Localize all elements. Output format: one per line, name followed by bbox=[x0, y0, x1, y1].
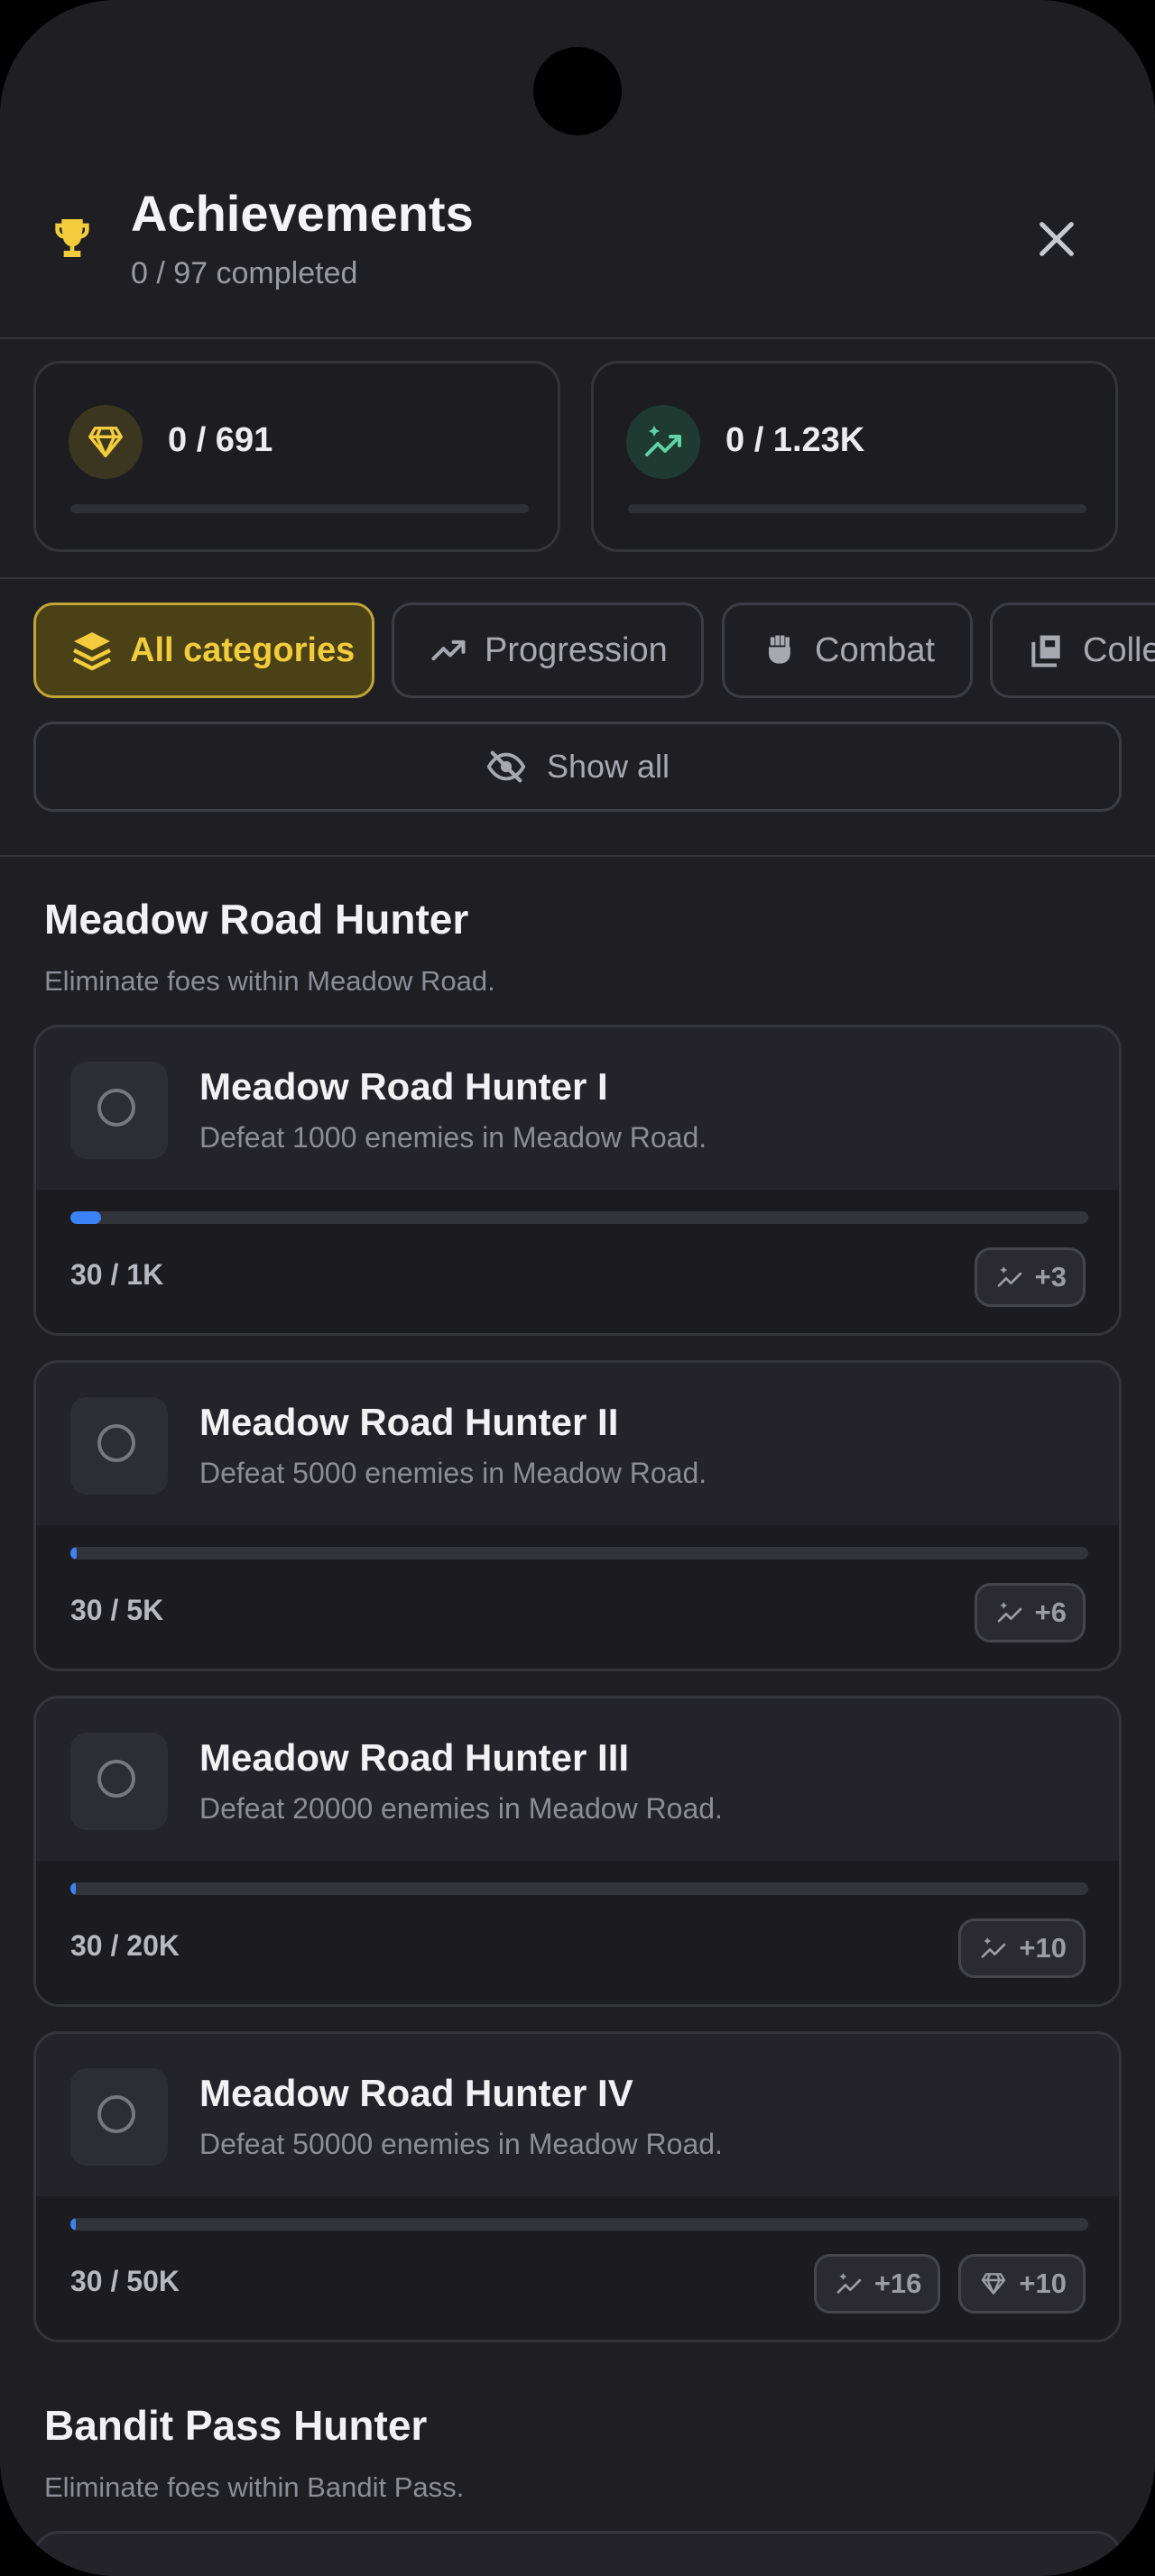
achievement-description: Defeat 1000 enemies in Meadow Road. bbox=[199, 1121, 707, 1154]
chip-label: All categories bbox=[130, 630, 356, 669]
points-reward-badge: +16 bbox=[813, 2254, 941, 2314]
achievement-description: Defeat 20000 enemies in Meadow Road. bbox=[199, 1792, 723, 1825]
achievement-title: Meadow Road Hunter IV bbox=[199, 2072, 633, 2114]
achievement-title: Meadow Road Hunter III bbox=[199, 1736, 630, 1779]
section-title: Meadow Road Hunter bbox=[44, 896, 469, 943]
chip-all-categories[interactable]: All categories bbox=[33, 603, 374, 698]
sparkle-trend-icon bbox=[836, 2273, 862, 2294]
rewards: +3 bbox=[974, 1247, 1086, 1307]
achievement-title: Meadow Road Hunter I bbox=[199, 1065, 608, 1108]
progress-text: 30 / 1K bbox=[70, 1258, 164, 1291]
progress-text: 30 / 20K bbox=[70, 1929, 180, 1962]
reward-label: +6 bbox=[1034, 1596, 1067, 1628]
reward-label: +10 bbox=[1019, 2268, 1067, 2299]
gems-stat-card: 0 / 691 bbox=[33, 361, 560, 552]
achievement-description: Defeat 50000 enemies in Meadow Road. bbox=[199, 2128, 723, 2160]
divider bbox=[0, 855, 1155, 857]
progress-text: 30 / 5K bbox=[70, 1594, 164, 1626]
chip-progression[interactable]: Progression bbox=[392, 603, 704, 698]
page-title: Achievements bbox=[131, 185, 474, 242]
reward-label: +16 bbox=[873, 2268, 922, 2299]
chip-collection[interactable]: Colle bbox=[990, 603, 1155, 698]
points-stat-card: 0 / 1.23K bbox=[591, 361, 1118, 552]
gems-stat-value: 0 / 691 bbox=[168, 421, 273, 459]
chip-combat[interactable]: Combat bbox=[722, 603, 973, 698]
achievement-description: Defeat 5000 enemies in Meadow Road. bbox=[199, 1457, 707, 1489]
progress-fill bbox=[70, 2218, 76, 2231]
layers-icon bbox=[73, 632, 111, 671]
achievement-card[interactable]: Meadow Road Hunter I Defeat 1000 enemies… bbox=[33, 1025, 1122, 1336]
app-screen: Achievements 0 / 97 completed 0 / 691 0 … bbox=[0, 0, 1155, 2576]
achievement-card[interactable] bbox=[33, 2531, 1122, 2576]
show-all-label: Show all bbox=[546, 748, 670, 785]
section-description: Eliminate foes within Meadow Road. bbox=[44, 965, 495, 997]
points-stat-value: 0 / 1.23K bbox=[725, 421, 865, 459]
points-reward-badge: +3 bbox=[974, 1247, 1086, 1307]
divider bbox=[0, 577, 1155, 579]
close-icon[interactable] bbox=[1031, 214, 1082, 264]
status-circle bbox=[70, 1062, 168, 1159]
completion-count: 0 / 97 completed bbox=[131, 256, 358, 290]
gem-icon bbox=[982, 2273, 1006, 2295]
achievement-card[interactable]: Meadow Road Hunter II Defeat 5000 enemie… bbox=[33, 1360, 1122, 1671]
sparkle-trend-icon bbox=[982, 1937, 1006, 1958]
progress-bar bbox=[70, 1882, 1088, 1895]
achievement-card[interactable]: Meadow Road Hunter IV Defeat 50000 enemi… bbox=[33, 2031, 1122, 2342]
sparkle-icon-wrap bbox=[626, 405, 700, 479]
points-reward-badge: +10 bbox=[958, 1918, 1086, 1978]
status-circle bbox=[70, 1733, 168, 1830]
progress-fill bbox=[70, 1882, 76, 1895]
fist-icon bbox=[769, 635, 790, 664]
section-description: Eliminate foes within Bandit Pass. bbox=[44, 2471, 465, 2503]
gem-icon bbox=[88, 426, 123, 458]
section-title: Bandit Pass Hunter bbox=[44, 2402, 428, 2449]
achievement-card[interactable]: Meadow Road Hunter III Defeat 20000 enem… bbox=[33, 1696, 1122, 2007]
achievement-title: Meadow Road Hunter II bbox=[199, 1401, 619, 1443]
reward-label: +3 bbox=[1034, 1261, 1067, 1293]
status-circle bbox=[70, 2068, 168, 2166]
gems-progress-bar bbox=[70, 504, 529, 513]
points-reward-badge: +6 bbox=[974, 1583, 1086, 1642]
eye-off-icon bbox=[486, 750, 526, 783]
progress-fill bbox=[70, 1211, 101, 1224]
trending-up-icon bbox=[431, 639, 466, 661]
progress-fill bbox=[70, 1547, 77, 1559]
sparkle-trend-icon bbox=[997, 1602, 1021, 1623]
progress-bar bbox=[70, 2218, 1088, 2231]
gem-icon-wrap bbox=[69, 405, 143, 479]
camera-notch bbox=[533, 47, 622, 135]
status-circle bbox=[70, 1397, 168, 1495]
rewards: +16 +10 bbox=[813, 2254, 1086, 2314]
show-all-button[interactable]: Show all bbox=[33, 722, 1122, 812]
rewards: +6 bbox=[974, 1583, 1086, 1642]
chip-label: Progression bbox=[485, 630, 668, 669]
gems-reward-badge: +10 bbox=[958, 2254, 1086, 2314]
collection-icon bbox=[1031, 635, 1060, 667]
progress-bar bbox=[70, 1211, 1088, 1224]
progress-text: 30 / 50K bbox=[70, 2265, 180, 2297]
rewards: +10 bbox=[958, 1918, 1086, 1978]
reward-label: +10 bbox=[1019, 1932, 1067, 1964]
sparkle-trend-icon bbox=[997, 1266, 1021, 1287]
progress-bar bbox=[70, 1547, 1088, 1559]
trophy-icon bbox=[55, 219, 89, 257]
sparkle-trend-icon bbox=[645, 426, 681, 456]
chip-label: Colle bbox=[1083, 630, 1155, 669]
points-progress-bar bbox=[628, 504, 1086, 513]
chip-label: Combat bbox=[815, 630, 936, 669]
